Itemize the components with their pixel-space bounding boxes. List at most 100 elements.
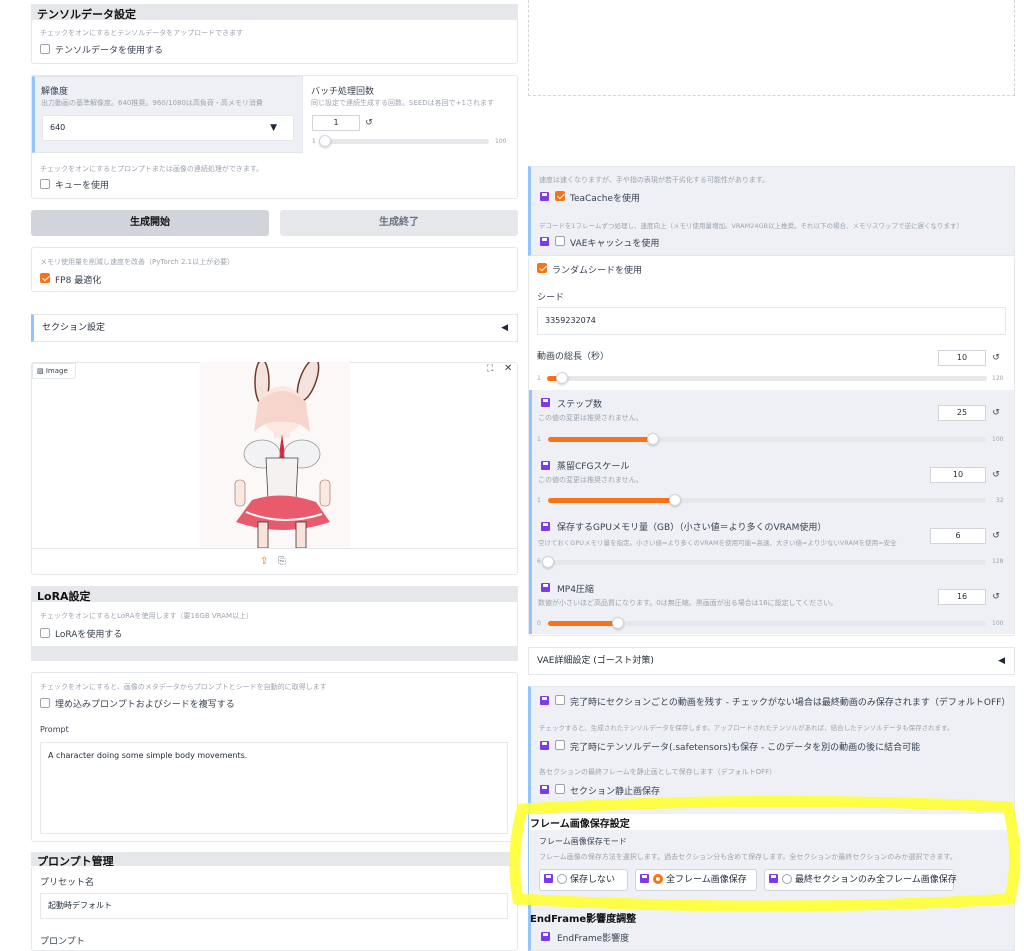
fp8-checkbox[interactable] [40,273,50,283]
gpu-number-input[interactable]: 6 [930,528,986,544]
image-label: Image [45,367,68,375]
prompt-mgmt-header: プロンプト管理 [31,852,518,868]
vae-cache-checkbox[interactable] [555,236,565,246]
reset-icon[interactable]: ↺ [989,528,1003,544]
fp8-checkbox-label: FP8 最適化 [55,276,102,286]
batch-number-input[interactable]: 1 [312,115,360,131]
tensor-checkbox[interactable] [40,44,50,54]
clipboard-icon[interactable]: ⎘ [278,556,286,567]
highlight-annotation [509,795,1020,912]
vae-cache-checkbox-label: VAEキャッシュを使用 [570,239,660,249]
steps-slider-thumb[interactable] [647,433,660,445]
length-min: 1 [537,375,541,382]
reset-icon[interactable]: ↺ [362,115,376,131]
steps-max: 100 [992,436,1004,443]
image-divider [32,548,517,549]
gpu-min: 6 [537,558,541,565]
resolution-select[interactable]: 640 ▼ [42,115,294,141]
tensor-header: テンソルデータ設定 [31,4,518,21]
queue-checkbox[interactable] [40,179,50,189]
close-icon[interactable]: ✕ [504,363,512,374]
cfg-slider-fill [548,498,676,503]
gpu-slider[interactable] [542,556,986,568]
steps-min: 1 [537,436,541,443]
cfg-slider[interactable] [548,494,986,506]
queue-checkbox-label: キューを使用 [55,181,110,191]
end-button[interactable]: 生成終了 [280,210,518,236]
reset-icon[interactable]: ↺ [989,467,1003,483]
save-disk-icon [541,932,550,941]
preset-prompt-label: プロンプト [40,937,85,947]
gpu-label: 保存するGPUメモリ量（GB）（小さい値＝より多くのVRAM使用） [557,523,827,533]
endframe-label: EndFrame影響度 [557,934,630,944]
steps-slider[interactable] [548,433,986,445]
gpu-slider-thumb[interactable] [542,556,554,568]
fp8-desc: メモリ使用量を削減し速度を改善（PyTorch 2.1以上が必要） [40,258,235,266]
reset-icon[interactable]: ↺ [989,405,1003,421]
section-label: セクション設定 [42,323,106,333]
gpu-max: 128 [992,558,1004,565]
lora-checkbox-label: LoRAを使用する [55,630,123,640]
cfg-desc: この値の変更は推奨されません。 [538,476,643,484]
save-disk-icon [541,522,550,531]
mp4-slider-thumb[interactable] [612,617,625,629]
random-seed-checkbox[interactable] [537,263,547,273]
cfg-slider-thumb[interactable] [669,494,682,506]
mp4-max: 100 [992,620,1004,627]
reset-icon[interactable]: ↺ [989,589,1003,605]
metadata-checkbox[interactable] [40,698,50,708]
preset-label: プリセット名 [40,878,95,888]
lora-desc: チェックをオンにするとLoRAを使用します（要16GB VRAM以上） [40,612,254,620]
teacache-desc: 速度は速くなりますが、手や指の表現が若干劣化する可能性があります。 [539,176,770,184]
lora-footer-bar [31,646,518,661]
still-checkbox[interactable] [555,784,565,794]
metadata-checkbox-label: 埋め込みプロンプトおよびシードを複写する [55,700,235,710]
section-accordion[interactable]: セクション設定 ◀ [31,314,518,342]
vae-detail-label: VAE詳細設定 (ゴースト対策) [537,656,654,666]
mp4-desc: 数値が小さいほど高品質になります。0は無圧縮。黒画面が出る場合は16に設定してく… [538,599,838,607]
length-slider[interactable] [547,372,987,384]
image-tag: ▨ Image [32,363,76,379]
preset-input[interactable]: 起動時デフォルト [40,893,508,919]
steps-desc: この値の変更は推奨されません。 [538,414,643,422]
save-tensor-desc: チェックすると、生成されたテンソルデータを保存します。アップロードされたテンソル… [539,724,954,732]
length-number-input[interactable]: 10 [938,350,986,366]
upload-icon[interactable]: ⇪ [260,556,268,567]
image-icon: ▨ [37,367,46,375]
steps-number-input[interactable]: 25 [938,405,986,421]
length-label: 動画の総長（秒） [537,352,610,362]
still-desc: 各セクションの最終フレームを静止画として保存します（デフォルトOFF） [539,768,777,776]
mp4-min: 0 [537,620,541,627]
batch-label: バッチ処理回数 [311,87,375,97]
tensor-checkbox-label: テンソルデータを使用する [55,46,164,56]
fullscreen-icon[interactable]: ⛶ [487,364,493,374]
save-disk-icon [540,192,549,201]
teacache-checkbox[interactable] [555,191,565,201]
mp4-label: MP4圧縮 [557,585,594,595]
vae-cache-desc: デコードを1フレームずつ処理し、速度向上（メモリ使用量増加。VRAM24GB以上… [539,222,963,230]
lora-checkbox[interactable] [40,628,50,638]
batch-slider[interactable] [319,135,489,147]
mp4-number-input[interactable]: 16 [938,589,986,605]
keep-section-checkbox[interactable] [555,695,565,705]
seed-label: シード [537,293,565,303]
cfg-number-input[interactable]: 10 [930,467,986,483]
save-tensor-checkbox[interactable] [555,740,565,750]
save-tensor-label: 完了時にテンソルデータ(.safetensors)も保存 - このデータを別の動… [570,743,921,753]
collapse-arrow-icon: ◀ [501,323,508,333]
vae-detail-accordion[interactable]: VAE詳細設定 (ゴースト対策) ◀ [528,647,1015,675]
save-disk-icon [540,785,549,794]
random-seed-label: ランダムシードを使用 [552,266,643,276]
save-disk-icon [541,461,550,470]
length-max: 120 [992,375,1004,382]
dropdown-caret-icon: ▼ [270,123,277,133]
start-button[interactable]: 生成開始 [31,210,269,236]
reset-icon[interactable]: ↺ [989,350,1003,366]
batch-slider-thumb[interactable] [319,135,331,147]
prompt-textarea[interactable]: A character doing some simple body movem… [40,742,508,834]
save-disk-icon [540,741,549,750]
cfg-max: 32 [996,497,1004,504]
mp4-slider[interactable] [548,617,986,629]
seed-input[interactable]: 3359232074 [537,307,1006,335]
lora-header: LoRA設定 [31,586,518,603]
